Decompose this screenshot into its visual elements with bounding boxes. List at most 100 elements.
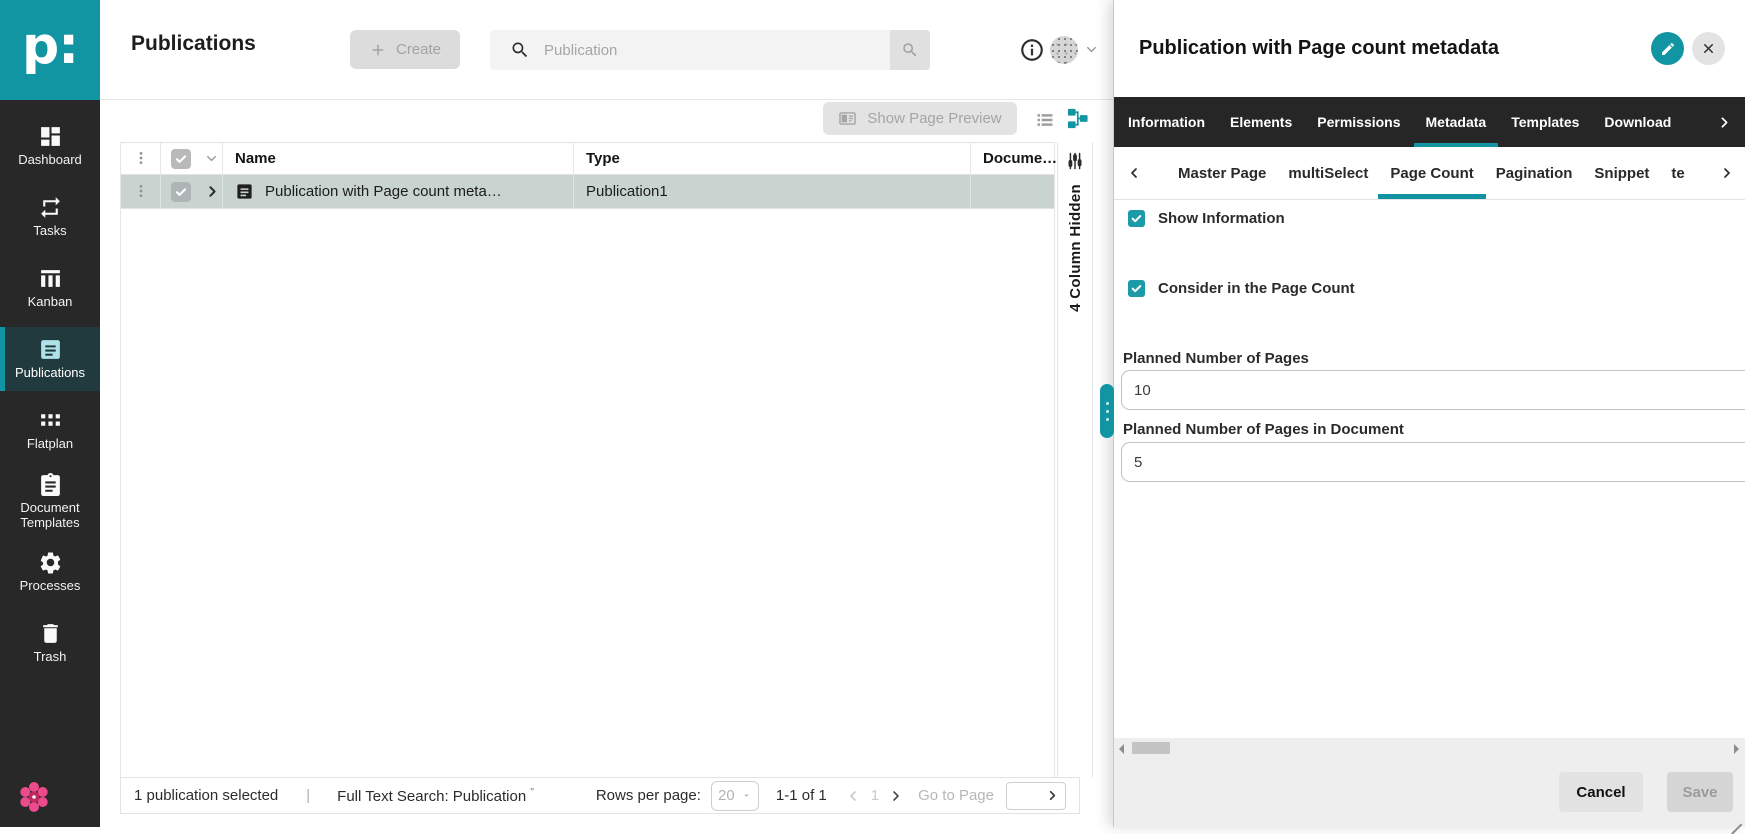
select-caret-icon — [741, 790, 752, 801]
trash-icon — [38, 621, 63, 646]
detail-panel-header: Publication with Page count metadata — [1114, 0, 1745, 97]
tab-information[interactable]: Information — [1128, 97, 1205, 147]
go-to-page-submit-icon[interactable] — [1045, 788, 1060, 803]
hidden-columns-label[interactable]: 4 Column Hidden — [1067, 184, 1084, 312]
subtab-page-count[interactable]: Page Count — [1390, 147, 1473, 199]
cancel-button[interactable]: Cancel — [1559, 772, 1643, 812]
sidebar-item-dashboard[interactable]: Dashboard — [0, 114, 100, 178]
horizontal-scrollbar[interactable] — [1114, 742, 1745, 755]
status-divider: | — [306, 787, 310, 804]
search-quote-mark: " — [530, 787, 534, 798]
tab-metadata[interactable]: Metadata — [1426, 97, 1487, 147]
sidebar-item-tasks[interactable]: Tasks — [0, 185, 100, 249]
consider-page-count-row: Consider in the Page Count — [1128, 280, 1355, 297]
table-row[interactable]: Publication with Page count meta… Public… — [121, 175, 1054, 209]
save-button[interactable]: Save — [1667, 772, 1733, 812]
subtab-pagination[interactable]: Pagination — [1496, 147, 1573, 199]
main-header: Publications Create — [100, 0, 1113, 100]
column-settings-icon[interactable] — [1065, 151, 1085, 171]
sidebar-item-kanban[interactable]: Kanban — [0, 256, 100, 320]
scroll-right-arrow[interactable] — [1734, 744, 1739, 754]
search-field — [490, 30, 890, 70]
edit-button[interactable] — [1651, 32, 1684, 65]
tree-view-icon[interactable] — [1066, 107, 1089, 130]
subtab-text-clipped[interactable]: te — [1671, 147, 1684, 199]
sidebar-item-label: Document Templates — [0, 501, 100, 531]
subtabs-scroll-right-icon[interactable] — [1719, 165, 1735, 181]
full-text-search-info: Full Text Search: Publication " — [337, 787, 534, 805]
app-logo[interactable]: p: — [0, 0, 100, 100]
create-button-label: Create — [396, 41, 441, 58]
tab-permissions[interactable]: Permissions — [1317, 97, 1400, 147]
row-expand-chevron-icon[interactable] — [204, 183, 221, 200]
sidebar-item-trash[interactable]: Trash — [0, 611, 100, 675]
rows-per-page-label: Rows per page: — [596, 787, 701, 804]
sidebar: p: Dashboard Tasks Kanban Publications F… — [0, 0, 100, 827]
row-menu-cell — [121, 175, 161, 208]
user-avatar[interactable] — [1050, 36, 1078, 64]
document-templates-icon — [38, 472, 63, 497]
tab-download[interactable]: Download — [1604, 97, 1671, 147]
search-input[interactable] — [544, 42, 824, 59]
subtab-multiselect[interactable]: multiSelect — [1288, 147, 1368, 199]
row-name-text: Publication with Page count meta… — [265, 183, 502, 200]
row-checkbox[interactable] — [171, 182, 191, 202]
consider-page-count-checkbox[interactable] — [1128, 280, 1145, 297]
sidebar-item-label: Trash — [34, 650, 67, 665]
hidden-columns-strip: 4 Column Hidden — [1057, 142, 1093, 777]
panel-tab-bar: Information Elements Permissions Metadat… — [1114, 97, 1745, 147]
chevron-down-icon[interactable] — [1084, 42, 1099, 57]
select-menu-chevron-icon[interactable] — [204, 151, 219, 166]
header-select-cell — [161, 143, 223, 174]
subtabs-scroll-left-icon[interactable] — [1126, 165, 1142, 181]
panel-drag-handle[interactable] — [1100, 384, 1114, 438]
planned-pages-label: Planned Number of Pages — [1123, 350, 1309, 367]
next-page-icon[interactable] — [888, 788, 904, 804]
column-header-document[interactable]: Docume… — [971, 143, 1056, 174]
search-submit-button[interactable] — [890, 30, 930, 70]
scroll-left-arrow[interactable] — [1119, 744, 1124, 754]
dashboard-icon — [38, 124, 63, 149]
plus-icon — [369, 41, 387, 59]
subtab-snippet[interactable]: Snippet — [1594, 147, 1649, 199]
rows-per-page-select[interactable]: 20 — [711, 781, 759, 811]
scrollbar-thumb[interactable] — [1132, 742, 1170, 754]
info-icon[interactable] — [1019, 37, 1045, 63]
page-preview-icon — [838, 109, 857, 128]
feedback-flower-icon[interactable] — [16, 779, 52, 815]
planned-pages-input[interactable] — [1121, 370, 1745, 410]
list-view-icon[interactable] — [1035, 110, 1055, 128]
planned-pages-document-input[interactable] — [1121, 442, 1745, 482]
row-type-cell[interactable]: Publication1 — [574, 175, 971, 208]
create-button[interactable]: Create — [350, 30, 460, 69]
sidebar-item-document-templates[interactable]: Document Templates — [0, 469, 100, 533]
show-information-label: Show Information — [1158, 210, 1285, 227]
row-select-cell — [161, 175, 223, 208]
go-to-page-label: Go to Page — [918, 787, 994, 804]
close-button[interactable] — [1692, 32, 1725, 65]
status-bar: 1 publication selected | Full Text Searc… — [120, 777, 1080, 814]
tabs-scroll-right-icon[interactable] — [1716, 114, 1733, 131]
column-header-type[interactable]: Type — [574, 143, 971, 174]
kebab-menu-icon[interactable] — [133, 150, 149, 168]
sidebar-item-publications[interactable]: Publications — [0, 327, 100, 391]
sidebar-item-processes[interactable]: Processes — [0, 540, 100, 604]
row-name-cell[interactable]: Publication with Page count meta… — [223, 175, 574, 208]
tab-elements[interactable]: Elements — [1230, 97, 1292, 147]
show-information-checkbox[interactable] — [1128, 210, 1145, 227]
show-page-preview-button[interactable]: Show Page Preview — [823, 102, 1017, 135]
resize-handle[interactable] — [1729, 811, 1743, 825]
previous-page-icon[interactable] — [845, 788, 861, 804]
select-all-checkbox[interactable] — [171, 149, 191, 169]
column-header-name[interactable]: Name — [223, 143, 574, 174]
go-to-page-input[interactable] — [1007, 788, 1045, 804]
row-document-cell[interactable] — [971, 175, 1056, 208]
rows-per-page-value: 20 — [718, 787, 735, 804]
current-page-number[interactable]: 1 — [871, 787, 879, 804]
sidebar-item-flatplan[interactable]: Flatplan — [0, 398, 100, 462]
kanban-icon — [38, 266, 63, 291]
sidebar-item-label: Tasks — [33, 224, 66, 239]
kebab-menu-icon[interactable] — [133, 183, 149, 201]
tab-templates[interactable]: Templates — [1511, 97, 1579, 147]
subtab-master-page[interactable]: Master Page — [1178, 147, 1266, 199]
